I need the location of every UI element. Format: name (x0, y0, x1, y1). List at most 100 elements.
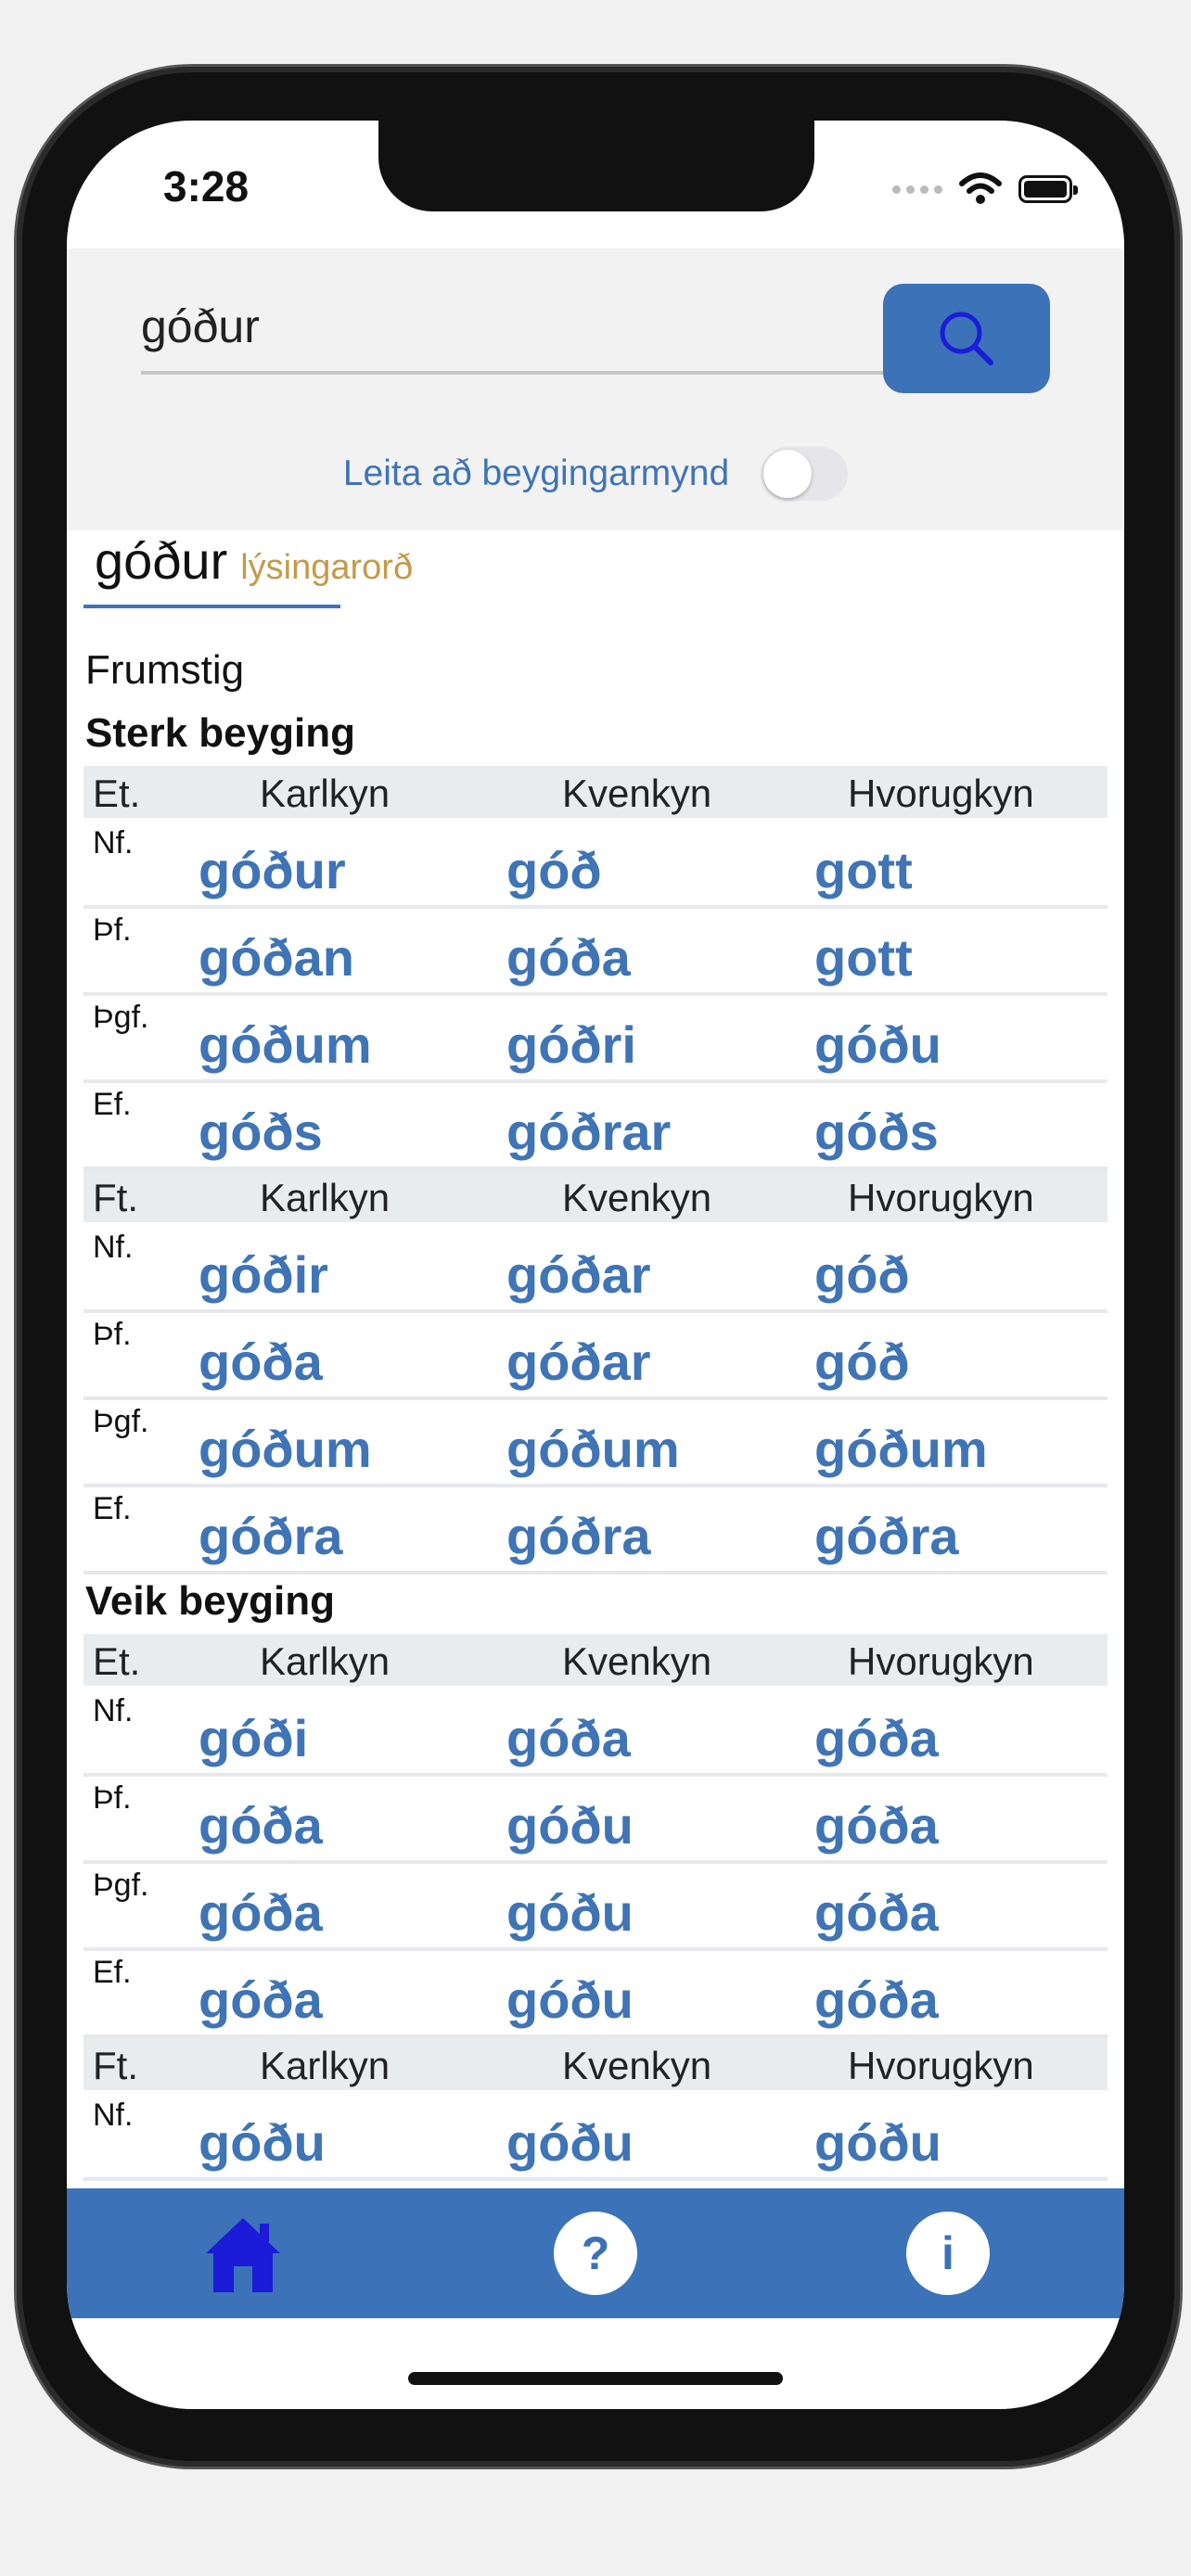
inflected-form[interactable]: góð (814, 1332, 910, 1392)
inflected-form[interactable]: góðri (506, 1014, 636, 1075)
status-indicators (892, 169, 1078, 210)
inflected-form[interactable]: góð (506, 840, 602, 900)
table-row: Nf. góði góða góða (83, 1690, 1108, 1777)
inflected-form[interactable]: góða (814, 1970, 939, 2030)
table-row: Þgf. góðum góðri góðu (83, 996, 1108, 1083)
inflected-form[interactable]: góða (198, 1795, 323, 1855)
inflected-form[interactable]: góði (198, 1708, 308, 1768)
table-row: Þgf. góðum góðum góðum (83, 1400, 1108, 1487)
inflected-form[interactable]: góðs (814, 1102, 939, 1162)
gender-header: Hvorugkyn (848, 1639, 1034, 1683)
search-input[interactable] (141, 282, 883, 375)
inflection-search-toggle[interactable] (761, 447, 849, 501)
table-header-row: Et. Karlkyn Kvenkyn Hvorugkyn (83, 1634, 1108, 1686)
inflected-form[interactable]: góða (198, 1332, 323, 1392)
inflected-form[interactable]: góðum (506, 1419, 680, 1479)
number-label: Ft. (93, 2044, 138, 2087)
gender-header: Hvorugkyn (848, 2044, 1034, 2087)
inflected-form[interactable]: góða (506, 927, 631, 988)
degree-heading: Frumstig (85, 647, 245, 693)
table-header-row: Ft. Karlkyn Kvenkyn Hvorugkyn (83, 2038, 1108, 2090)
home-icon (206, 2218, 280, 2292)
case-label: Nf. (93, 825, 134, 861)
tab-info[interactable]: i (903, 2209, 992, 2298)
status-time: 3:28 (163, 162, 250, 210)
search-area: Leita að beygingarmynd (67, 249, 1124, 530)
inflected-form[interactable]: góðu (506, 2112, 634, 2173)
table-row: Nf. góðu góðu góðu (83, 2094, 1108, 2181)
inflected-form[interactable]: góðum (814, 1419, 988, 1479)
section-heading: Veik beyging (85, 1578, 335, 1624)
table-header-row: Et. Karlkyn Kvenkyn Hvorugkyn (83, 766, 1108, 818)
case-label: Þf. (93, 1780, 132, 1816)
inflected-form[interactable]: góða (814, 1882, 939, 1943)
inflected-form[interactable]: góð (814, 1244, 910, 1305)
inflected-form[interactable]: gott (814, 840, 913, 900)
screen: 3:28 Leita að beygingarmynd góður lýsing… (67, 121, 1124, 2409)
inflected-form[interactable]: góðu (198, 2112, 326, 2173)
battery-icon (1018, 175, 1078, 203)
case-label: Ef. (93, 1955, 132, 1990)
inflected-form[interactable]: góðu (506, 1795, 634, 1855)
inflected-form[interactable]: góðar (506, 1244, 651, 1305)
search-icon (940, 312, 993, 365)
inflected-form[interactable]: góðum (198, 1014, 372, 1075)
inflected-form[interactable]: góðu (506, 1882, 634, 1943)
gender-header: Karlkyn (260, 2044, 391, 2087)
case-label: Ef. (93, 1087, 132, 1122)
inflected-form[interactable]: góðu (814, 1014, 941, 1075)
inflected-form[interactable]: góða (198, 1970, 323, 2030)
section-heading: Sterk beyging (85, 710, 355, 756)
table-row: Þf. góða góðu góða (83, 1777, 1108, 1864)
info-icon: i (906, 2212, 990, 2295)
inflected-form[interactable]: góðum (198, 1419, 372, 1479)
inflected-form[interactable]: góðra (198, 1506, 343, 1566)
search-button[interactable] (883, 284, 1050, 393)
gender-header: Karlkyn (260, 1639, 391, 1683)
gender-header: Hvorugkyn (848, 1176, 1034, 1219)
inflected-form[interactable]: góðra (814, 1506, 959, 1566)
word-tab-underline (83, 605, 340, 608)
case-label: Ef. (93, 1491, 132, 1526)
inflected-form[interactable]: góðir (198, 1244, 328, 1305)
help-icon: ? (554, 2212, 637, 2295)
case-label: Þf. (93, 1317, 132, 1352)
tab-home[interactable] (198, 2209, 288, 2298)
inflected-form[interactable]: góða (814, 1708, 939, 1768)
table-row: Ef. góða góðu góða (83, 1951, 1108, 2038)
inflected-form[interactable]: góðu (814, 2112, 941, 2173)
toggle-label: Leita að beygingarmynd (342, 453, 730, 493)
gender-header: Karlkyn (260, 772, 391, 815)
tab-help[interactable]: ? (551, 2209, 640, 2298)
toggle-knob (763, 450, 813, 498)
table-row: Þf. góða góðar góð (83, 1313, 1108, 1400)
table-row: Ef. góðs góðrar góðs (83, 1083, 1108, 1170)
number-label: Ft. (93, 1176, 138, 1219)
case-label: Þgf. (93, 1868, 149, 1903)
inflected-form[interactable]: góða (198, 1882, 323, 1943)
case-label: Þf. (93, 912, 132, 948)
inflected-form[interactable]: góðar (506, 1332, 651, 1392)
inflected-form[interactable]: gott (814, 927, 913, 988)
inflected-form[interactable]: góða (506, 1708, 631, 1768)
inflected-form[interactable]: góðan (198, 927, 354, 988)
case-label: Nf. (93, 2098, 134, 2133)
inflected-form[interactable]: góðs (198, 1102, 323, 1162)
word-class: lýsingarorð (240, 548, 414, 587)
cellular-signal-icon (892, 185, 942, 194)
case-label: Nf. (93, 1230, 134, 1265)
inflected-form[interactable]: góðra (506, 1506, 651, 1566)
gender-header: Kvenkyn (562, 1639, 712, 1683)
table-header-row: Ft. Karlkyn Kvenkyn Hvorugkyn (83, 1170, 1108, 1222)
table-row: Nf. góður góð gott (83, 822, 1108, 909)
number-label: Et. (93, 1639, 141, 1683)
word-header: góður lýsingarorð (95, 530, 413, 608)
inflected-form[interactable]: góður (198, 840, 346, 900)
inflected-form[interactable]: góðrar (506, 1102, 671, 1162)
gender-header: Karlkyn (260, 1176, 391, 1219)
gender-header: Kvenkyn (562, 1176, 712, 1219)
table-row: Þgf. góða góðu góða (83, 1864, 1108, 1951)
inflected-form[interactable]: góðu (506, 1970, 634, 2030)
table-row: Nf. góðir góðar góð (83, 1226, 1108, 1313)
inflected-form[interactable]: góða (814, 1795, 939, 1855)
